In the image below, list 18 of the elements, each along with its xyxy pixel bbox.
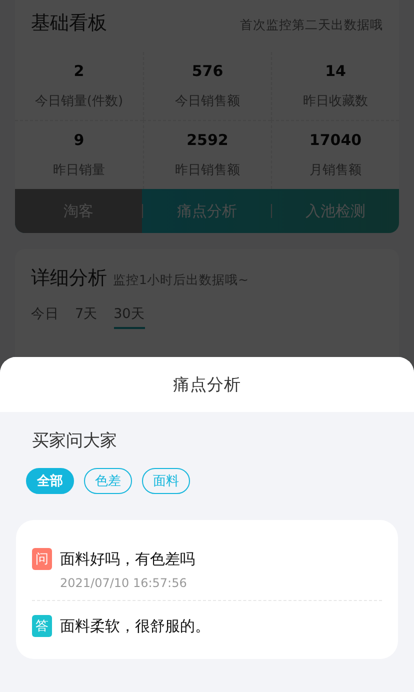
timestamp: 2021/07/10 16:57:56 [60,576,188,590]
sheet-title: 痛点分析 [173,374,241,396]
stat-value: 2592 [186,130,228,149]
answer-text: 面料柔软，很舒服的。 [60,616,210,637]
section-title: 买家问大家 [32,430,118,452]
question-text: 面料好吗，有色差吗 [60,549,195,570]
filter-chip[interactable]: 全部 [26,468,74,494]
answer-badge: 答 [32,615,52,637]
stat-value: 9 [74,130,84,149]
question-badge: 问 [32,548,52,570]
stat-value: 14 [325,61,346,80]
card-title: 基础看板 [31,11,107,36]
filter-chip[interactable]: 面料 [142,468,190,494]
stat-value: 576 [192,61,224,80]
filter-chip[interactable]: 色差 [84,468,132,494]
stat-value: 2 [74,61,84,80]
stat-value: 17040 [309,130,362,149]
card-title: 详细分析 [31,266,107,291]
